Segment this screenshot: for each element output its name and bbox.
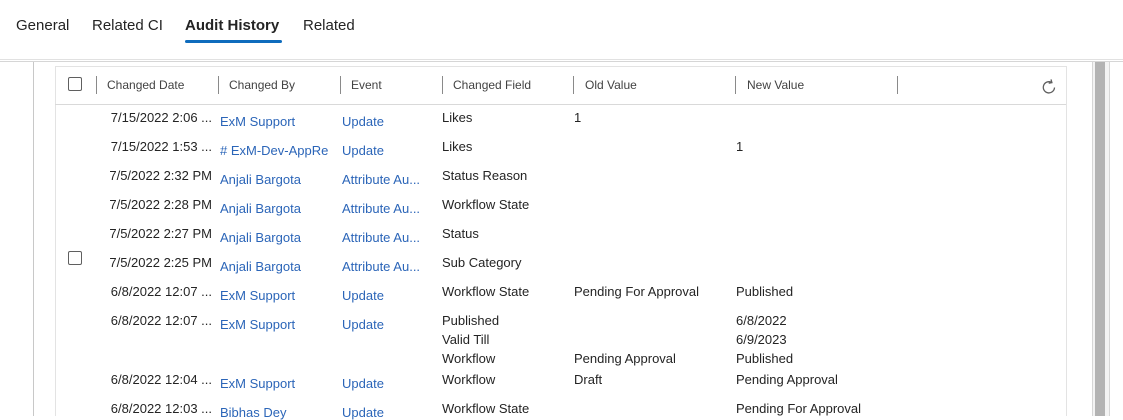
changed-date-cell: 7/5/2022 2:25 PM <box>109 255 212 270</box>
tabs-divider <box>0 59 1123 60</box>
tab-bar: General Related CI Audit History Related <box>0 0 1123 60</box>
refresh-icon[interactable] <box>1039 77 1059 97</box>
event-link[interactable]: Attribute Au... <box>342 172 420 187</box>
event-link[interactable]: Update <box>342 143 384 158</box>
changed-by-link[interactable]: # ExM-Dev-AppRe <box>220 143 328 158</box>
old-value-cell: Pending Approval <box>574 351 676 366</box>
new-value-cell: Pending Approval <box>736 372 838 387</box>
changed-field-cell: Status <box>442 226 479 241</box>
column-separator[interactable] <box>573 76 574 94</box>
changed-field-cell: Workflow <box>442 351 496 366</box>
changed-date-cell: 6/8/2022 12:04 ... <box>110 372 212 387</box>
changed-by-link[interactable]: Anjali Bargota <box>220 259 301 274</box>
event-link[interactable]: Update <box>342 376 384 391</box>
changed-date-cell: 6/8/2022 12:03 ... <box>110 401 212 416</box>
grid-border-left <box>55 66 56 416</box>
new-value-cell: 6/8/2022 <box>736 313 787 328</box>
changed-by-link[interactable]: ExM Support <box>220 288 295 303</box>
changed-date-cell: 7/5/2022 2:28 PM <box>109 197 212 212</box>
column-header-changed-date[interactable]: Changed Date <box>107 78 184 92</box>
new-value-cell: Pending For Approval <box>736 401 862 416</box>
changed-date-cell: 6/8/2022 12:07 ... <box>110 313 212 328</box>
changed-field-cell: Status Reason <box>442 168 528 183</box>
changed-field-cell: Workflow <box>442 372 496 387</box>
event-link[interactable]: Attribute Au... <box>342 230 420 245</box>
changed-by-link[interactable]: ExM Support <box>220 317 295 332</box>
changed-date-cell: 7/5/2022 2:32 PM <box>109 168 212 183</box>
event-link[interactable]: Update <box>342 114 384 129</box>
changed-field-cell: Workflow State <box>442 197 530 212</box>
tab-related[interactable]: Related <box>303 17 355 34</box>
column-separator[interactable] <box>442 76 443 94</box>
column-separator[interactable] <box>96 76 97 94</box>
tab-general[interactable]: General <box>16 17 69 34</box>
active-tab-indicator <box>185 40 282 43</box>
changed-field-cell: Valid Till <box>442 332 490 347</box>
changed-field-cell: Workflow State <box>442 401 530 416</box>
column-separator[interactable] <box>897 76 898 94</box>
new-value-cell: Published <box>736 351 794 366</box>
changed-by-link[interactable]: ExM Support <box>220 114 295 129</box>
event-link[interactable]: Attribute Au... <box>342 201 420 216</box>
changed-field-cell: Sub Category <box>442 255 522 270</box>
new-value-cell: Published <box>736 284 794 299</box>
tab-audit-history[interactable]: Audit History <box>185 17 279 34</box>
column-separator[interactable] <box>218 76 219 94</box>
column-header-new-value[interactable]: New Value <box>747 78 804 92</box>
event-link[interactable]: Update <box>342 288 384 303</box>
changed-by-link[interactable]: Anjali Bargota <box>220 201 301 216</box>
changed-by-link[interactable]: Bibhas Dey <box>220 405 286 420</box>
changed-field-cell: Published <box>442 313 500 328</box>
select-all-checkbox[interactable] <box>68 77 82 91</box>
changed-field-cell: Likes <box>442 110 473 125</box>
column-header-changed-by[interactable]: Changed By <box>229 78 295 92</box>
old-value-cell: Draft <box>574 372 603 387</box>
changed-date-cell: 6/8/2022 12:07 ... <box>110 284 212 299</box>
event-link[interactable]: Update <box>342 317 384 332</box>
changed-date-cell: 7/15/2022 1:53 ... <box>110 139 212 154</box>
column-separator[interactable] <box>735 76 736 94</box>
changed-by-link[interactable]: ExM Support <box>220 376 295 391</box>
changed-by-link[interactable]: Anjali Bargota <box>220 230 301 245</box>
old-value-cell: Pending For Approval <box>574 284 700 299</box>
changed-date-cell: 7/5/2022 2:27 PM <box>109 226 212 241</box>
changed-date-cell: 7/15/2022 2:06 ... <box>110 110 212 125</box>
scrollbar-thumb[interactable] <box>1095 62 1105 416</box>
row-checkbox[interactable] <box>68 251 82 265</box>
changed-by-link[interactable]: Anjali Bargota <box>220 172 301 187</box>
grid-border-right <box>1066 66 1067 416</box>
column-header-event[interactable]: Event <box>351 78 382 92</box>
grid-border-top <box>55 66 1066 67</box>
column-header-changed-field[interactable]: Changed Field <box>453 78 531 92</box>
header-divider <box>55 104 1066 105</box>
content-divider <box>0 61 1123 62</box>
column-separator[interactable] <box>340 76 341 94</box>
event-link[interactable]: Update <box>342 405 384 420</box>
column-header-old-value[interactable]: Old Value <box>585 78 637 92</box>
changed-field-cell: Likes <box>442 139 473 154</box>
changed-field-cell: Workflow State <box>442 284 530 299</box>
event-link[interactable]: Attribute Au... <box>342 259 420 274</box>
new-value-cell: 6/9/2023 <box>736 332 787 347</box>
tab-related-ci[interactable]: Related CI <box>92 17 163 34</box>
frame-border <box>33 62 34 416</box>
new-value-cell: 1 <box>736 139 744 154</box>
old-value-cell: 1 <box>574 110 582 125</box>
